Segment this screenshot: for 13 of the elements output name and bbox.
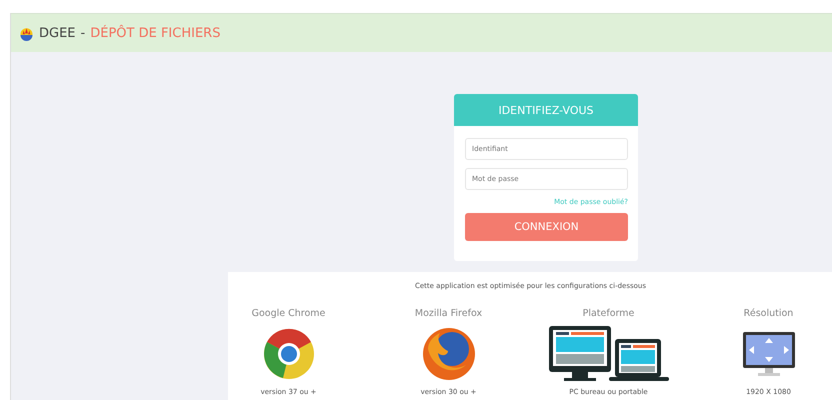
brand-separator: - — [80, 26, 86, 40]
requirement-title: Plateforme — [582, 308, 634, 319]
monitor-arrows-icon — [742, 331, 796, 377]
browser-logo-icon — [422, 327, 476, 381]
requirement-title: Google Chrome — [252, 308, 326, 319]
app-title: DÉPÔT DE FICHIERS — [90, 26, 220, 40]
login-title: IDENTIFIEZ-VOUS — [454, 94, 638, 126]
flame-logo-icon — [19, 26, 34, 40]
brand-name: DGEE — [39, 26, 76, 40]
requirement-title: Mozilla Firefox — [414, 308, 482, 319]
login-button[interactable]: CONNEXION — [465, 213, 628, 241]
browser-logo-icon — [262, 328, 314, 380]
requirement-title: Résolution — [744, 308, 794, 319]
